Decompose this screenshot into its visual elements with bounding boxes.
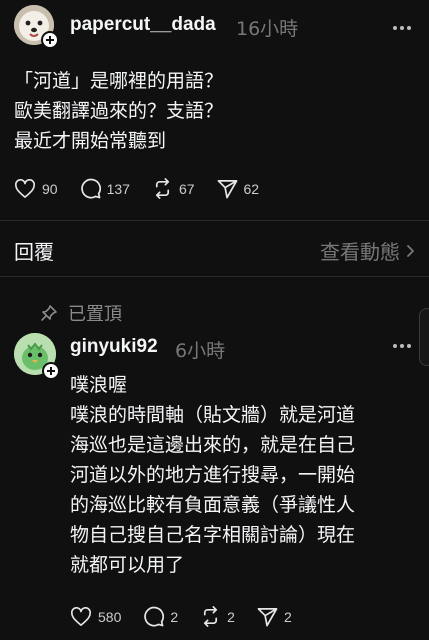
divider (0, 220, 429, 221)
repost-count: 67 (178, 180, 195, 197)
comment-button[interactable]: 2 (143, 606, 178, 627)
heart-icon (71, 606, 91, 626)
like-count: 90 (42, 180, 58, 197)
share-count: 2 (283, 608, 292, 625)
post-username[interactable]: papercut__dada (70, 14, 216, 36)
share-count: 62 (243, 180, 260, 197)
like-count: 580 (98, 608, 122, 625)
replies-header: 回覆 查看動態 (0, 226, 429, 272)
scroll-handle[interactable] (419, 308, 429, 366)
repost-icon (204, 606, 218, 627)
more-options-icon[interactable] (393, 344, 411, 348)
comment-icon (80, 178, 101, 199)
view-activity-label: 查看動態 (320, 240, 400, 264)
pin-icon (41, 305, 57, 321)
share-button[interactable]: 2 (257, 607, 292, 627)
like-button[interactable]: 90 (14, 178, 58, 199)
view-activity-link[interactable]: 查看動態 (320, 236, 415, 265)
send-icon (257, 607, 278, 626)
reply-actions: 580 2 2 2 (70, 606, 314, 627)
comment-count: 2 (170, 608, 179, 625)
like-button[interactable]: 580 (70, 606, 122, 627)
repost-count: 2 (227, 608, 235, 625)
share-button[interactable]: 62 (217, 179, 260, 199)
repost-button[interactable]: 2 (200, 606, 235, 627)
post-actions: 90 137 67 62 (14, 178, 281, 199)
follow-plus-icon[interactable] (42, 362, 60, 380)
more-options-icon[interactable] (393, 26, 411, 30)
pinned-label: 已置頂 (68, 304, 122, 325)
reply-username[interactable]: ginyuki92 (70, 336, 158, 358)
follow-plus-icon[interactable] (41, 31, 59, 49)
reply-text: 噗浪喔 噗浪的時間軸（貼文牆）就是河道 海巡也是這邊出來的，就是在自己 河道以外… (70, 374, 356, 576)
comment-button[interactable]: 137 (80, 178, 130, 199)
original-post: papercut__dada 16小時 「河道」是哪裡的用語？ 歐美翻譯過來的？… (0, 0, 429, 212)
heart-icon (15, 178, 35, 198)
chevron-right-icon (407, 244, 414, 257)
comment-count: 137 (106, 180, 130, 197)
repost-icon (155, 178, 170, 199)
divider (0, 276, 429, 277)
replies-label: 回覆 (14, 240, 54, 264)
repost-button[interactable]: 67 (152, 178, 195, 199)
reply-time: 6小時 (175, 340, 226, 362)
post-text: 「河道」是哪裡的用語？ 歐美翻譯過來的？支語？ 最近才開始常聽到 (14, 70, 224, 152)
send-icon (217, 179, 237, 198)
post-time: 16小時 (236, 18, 299, 40)
pinned-indicator: 已置頂 (40, 300, 122, 326)
comment-icon (144, 606, 165, 627)
